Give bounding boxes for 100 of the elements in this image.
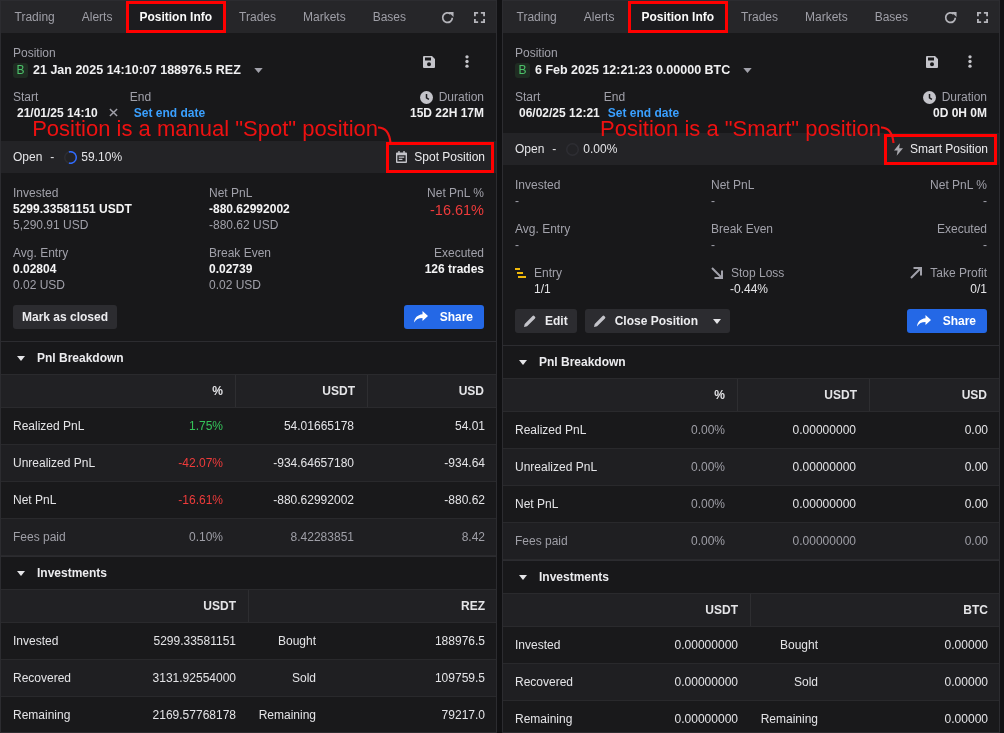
share-button[interactable]: Share: [403, 305, 484, 329]
stat-value: -: [515, 193, 519, 209]
table-cell-text: 8.42: [460, 530, 486, 544]
row-label: Net PnL: [12, 493, 58, 507]
row-label: Recovered: [514, 675, 575, 689]
tab[interactable]: Markets: [791, 1, 862, 33]
save-icon[interactable]: [926, 55, 938, 68]
set-end-date-link[interactable]: Set end date: [129, 105, 206, 121]
target-label: Stop Loss: [731, 265, 785, 281]
stat-label: Executed: [433, 245, 484, 261]
stat-label: Net PnL %: [427, 185, 484, 201]
fullscreen-icon[interactable]: [474, 11, 485, 23]
position-dropdown[interactable]: 6 Feb 2025 12:21:23 0.00000 BTC: [535, 63, 753, 77]
row-label: Invested: [12, 634, 60, 648]
tab[interactable]: Bases: [861, 1, 922, 33]
progress-value: 59.10%: [81, 150, 123, 164]
start-date-value: 06/02/25 12:21: [518, 105, 600, 121]
mark-closed-button[interactable]: Mark as closed: [13, 305, 118, 329]
start-label: Start: [13, 89, 40, 105]
tab[interactable]: Markets: [289, 1, 360, 33]
share-icon: [916, 315, 931, 327]
column-header: %: [211, 383, 224, 400]
save-icon[interactable]: [423, 55, 435, 68]
stat-label: Net PnL: [711, 177, 755, 193]
edit-button[interactable]: Edit: [515, 309, 577, 333]
tab[interactable]: Alerts: [68, 1, 126, 33]
tab[interactable]: Trades: [727, 1, 792, 33]
stat-label: Avg. Entry: [515, 221, 571, 237]
table-cell-text: 79217.0: [440, 708, 486, 722]
tab[interactable]: Position Info: [125, 1, 226, 33]
caret-icon: [743, 67, 753, 73]
stat-value: -: [711, 237, 715, 253]
table-cell-text: 0.00: [963, 460, 989, 474]
stat-value: -: [983, 193, 987, 209]
caret-icon: [713, 318, 721, 324]
tab[interactable]: Alerts: [570, 1, 628, 33]
position-dropdown[interactable]: 21 Jan 2025 14:10:07 188976.5 REZ: [33, 63, 263, 77]
refresh-icon[interactable]: [944, 10, 957, 24]
table-cell-text: 54.01: [453, 419, 486, 433]
tab[interactable]: Bases: [359, 1, 420, 33]
tab[interactable]: Position Info: [627, 1, 728, 33]
stat-label: Avg. Entry: [13, 245, 69, 261]
set-end-date-link[interactable]: Set end date: [603, 105, 680, 121]
table-cell-text: 54.01665178: [282, 419, 355, 433]
position-type-button[interactable]: Smart Position: [883, 133, 997, 165]
row-label: Remaining: [759, 712, 818, 726]
refresh-icon[interactable]: [441, 10, 454, 24]
table-cell-text: 2169.57768178: [151, 708, 237, 722]
more-icon[interactable]: [465, 55, 469, 68]
stat-value: -: [515, 237, 519, 253]
end-label: End: [129, 89, 153, 105]
tab[interactable]: Trading: [503, 1, 571, 33]
stat-value: 5299.33581151 USDT: [13, 201, 132, 217]
more-icon[interactable]: [968, 55, 972, 68]
stat-subvalue: 5,290.91 USD: [13, 217, 89, 233]
status-label: Open: [13, 150, 43, 164]
table-cell-text: 0.00%: [689, 423, 726, 437]
row-label: Unrealized PnL: [12, 456, 97, 470]
target-label: Entry: [534, 265, 562, 281]
table-cell-text: 0.00000000: [791, 534, 857, 548]
column-header: REZ: [248, 590, 496, 622]
clear-icon[interactable]: [108, 108, 118, 117]
table-cell-text: 188976.5: [433, 634, 486, 648]
duration-value: 15D 22H 17M: [409, 105, 484, 121]
table-cell-text: 0.10%: [187, 530, 224, 544]
column-header: USDT: [202, 598, 237, 615]
row-label: Remaining: [12, 708, 72, 722]
tab[interactable]: Trades: [225, 1, 290, 33]
row-label: Net PnL: [514, 497, 560, 511]
side-badge: B: [515, 62, 530, 78]
table-cell-text: 0.00000: [943, 638, 989, 652]
arrow-up-right-icon: [910, 267, 923, 279]
row-label: Remaining: [514, 712, 574, 726]
stat-label: Net PnL: [209, 185, 253, 201]
start-date-value: 21/01/25 14:10: [16, 105, 98, 120]
table-cell-text: 0.00000000: [791, 423, 857, 437]
table-cell-text: 0.00000000: [673, 675, 739, 689]
position-type-button[interactable]: Spot Position: [386, 141, 494, 173]
target-value: 1/1: [533, 281, 551, 297]
clock-icon: [419, 90, 433, 104]
table-cell-text: -934.64: [443, 456, 486, 470]
fullscreen-icon[interactable]: [977, 11, 988, 23]
column-header: BTC: [750, 594, 999, 626]
share-icon: [413, 311, 428, 323]
row-label: Sold: [290, 671, 316, 685]
table-cell-text: 0.00%: [689, 460, 726, 474]
table-cell-text: 0.00%: [689, 534, 726, 548]
table-cell-text: 0.00: [963, 423, 989, 437]
column-header: USDT: [704, 602, 739, 619]
close-position-button[interactable]: Close Position: [584, 309, 730, 333]
table-cell-text: 1.75%: [187, 419, 224, 433]
row-label: Realized PnL: [514, 423, 588, 437]
target-value: 0/1: [970, 281, 987, 297]
row-label: Fees paid: [12, 530, 67, 544]
table-cell-text: -16.61%: [177, 493, 224, 507]
stat-value: 126 trades: [424, 261, 484, 277]
row-label: Realized PnL: [12, 419, 86, 433]
side-badge: B: [13, 62, 28, 78]
share-button[interactable]: Share: [906, 309, 987, 333]
tab[interactable]: Trading: [1, 1, 69, 33]
